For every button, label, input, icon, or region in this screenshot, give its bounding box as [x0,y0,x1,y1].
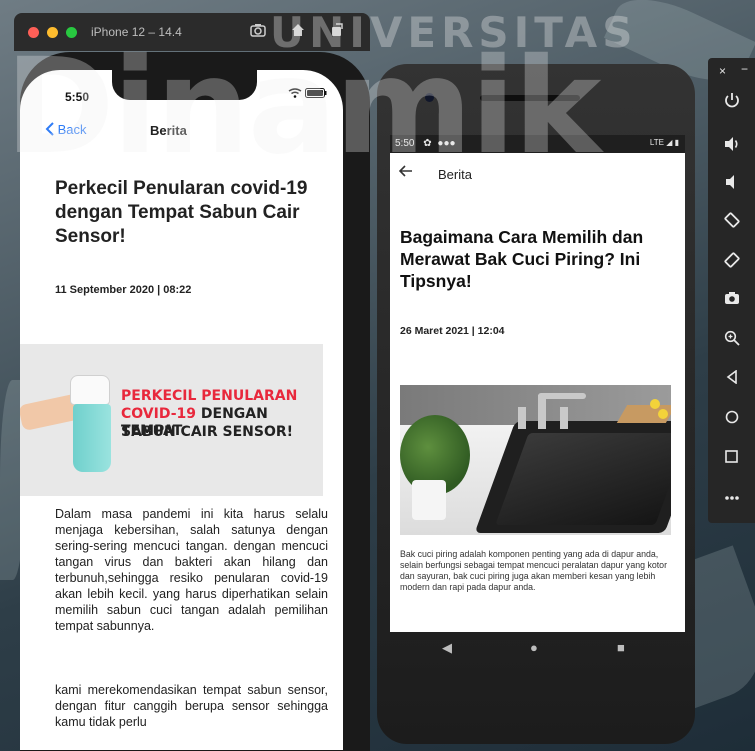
back-nav-button[interactable] [708,369,755,388]
dispenser-body-graphic [73,404,111,472]
battery-icon [305,88,327,98]
overview-icon [725,450,738,463]
home-icon [725,410,738,424]
ios-status-icons [288,88,327,101]
camera-icon [250,24,266,37]
screenshot-button[interactable] [708,291,755,309]
rotate-icon [332,23,343,36]
simulator-title-bar: iPhone 12 – 14.4 [14,13,370,51]
android-nav-home-button[interactable]: ● [530,640,538,655]
rotate-button[interactable] [330,23,344,41]
zoom-window-button[interactable] [66,26,77,38]
android-screen: 5:50 ✿ ●●● LTE ◢ ▮ Berita Bagaimana Cara… [390,135,685,632]
back-icon [726,369,737,385]
home-button[interactable] [290,23,306,41]
android-camera [425,93,434,102]
back-button[interactable]: Back [45,122,87,137]
volume-up-icon [724,137,738,151]
android-nav-recents-button[interactable]: ■ [617,640,625,655]
android-speaker [480,95,580,101]
zoom-icon [724,330,740,346]
faucet-arm-graphic [538,393,586,399]
home-nav-button[interactable] [708,410,755,428]
home-icon [292,24,304,36]
screenshot-button[interactable] [250,23,266,41]
article-headline: Perkecil Penularan covid-19 dengan Tempa… [55,178,308,247]
banner-line-1: PERKECIL PENULARAN [121,388,298,404]
emulator-minimize-button[interactable]: − [741,62,748,76]
zoom-button[interactable] [708,330,755,350]
close-window-button[interactable] [28,26,39,38]
lemon-graphic [650,399,660,409]
volume-down-button[interactable] [708,174,755,194]
android-status-bar: 5:50 ✿ ●●● LTE ◢ ▮ [390,135,685,153]
power-button[interactable] [708,92,755,112]
banner-line-2-red: COVID-19 [121,406,197,422]
ios-screen: 5:50 Back Berita Perkecil Penularan covi… [20,70,343,750]
minimize-window-button[interactable] [47,26,58,38]
volume-down-icon [725,175,734,189]
article-image [400,385,671,535]
emulator-close-button[interactable]: × [719,64,726,78]
rotate-right-button[interactable] [708,252,755,272]
network-label: LTE [649,138,664,147]
android-status-right: LTE ◢ ▮ [650,138,679,147]
more-icon [724,496,739,500]
notification-icon: ●●● [437,138,456,149]
android-status-time: 5:50 [395,138,415,149]
page-title: Berita [150,123,187,138]
faucet-handle-graphic [518,407,526,429]
back-label: Back [57,122,87,137]
volume-up-button[interactable] [708,136,755,156]
lemon-graphic [658,409,668,419]
simulator-title: iPhone 12 – 14.4 [91,25,182,39]
signal-icon: ◢ [666,138,673,147]
article-date: 11 September 2020 | 08:22 [55,284,192,296]
more-button[interactable] [708,488,755,505]
power-icon [724,93,739,108]
faucet-graphic [538,395,546,429]
article-paragraph: kami merekomendasikan tempat sabun senso… [55,683,328,729]
article-banner-image: PERKECIL PENULARAN COVID-19 DENGAN TEMPA… [20,344,323,496]
rotate-right-icon [723,252,740,268]
page-title: Berita [438,167,472,182]
overview-button[interactable] [708,450,755,467]
article-paragraph: Bak cuci piring adalah komponen penting … [400,549,668,592]
dispenser-graphic [70,375,110,405]
chevron-left-icon [45,122,54,136]
ios-status-time: 5:50 [65,90,90,104]
settings-icon: ✿ [423,138,432,149]
arrow-left-icon [398,165,412,177]
faucet-handle-graphic [560,407,568,429]
article-headline: Bagaimana Cara Memilih dan Merawat Bak C… [400,227,644,291]
rotate-left-button[interactable] [708,212,755,232]
camera-icon [724,292,739,304]
android-nav-back-button[interactable]: ◀ [442,640,452,656]
wifi-icon [288,88,302,98]
back-arrow-button[interactable] [398,164,413,181]
rotate-left-icon [723,212,740,228]
battery-icon: ▮ [674,138,679,147]
pot-graphic [412,480,446,520]
iphone-notch [112,70,257,100]
article-paragraph: Dalam masa pandemi ini kita harus selalu… [55,507,328,633]
banner-line-3: SABUN CAIR SENSOR! [121,424,294,440]
article-date: 26 Maret 2021 | 12:04 [400,325,505,337]
